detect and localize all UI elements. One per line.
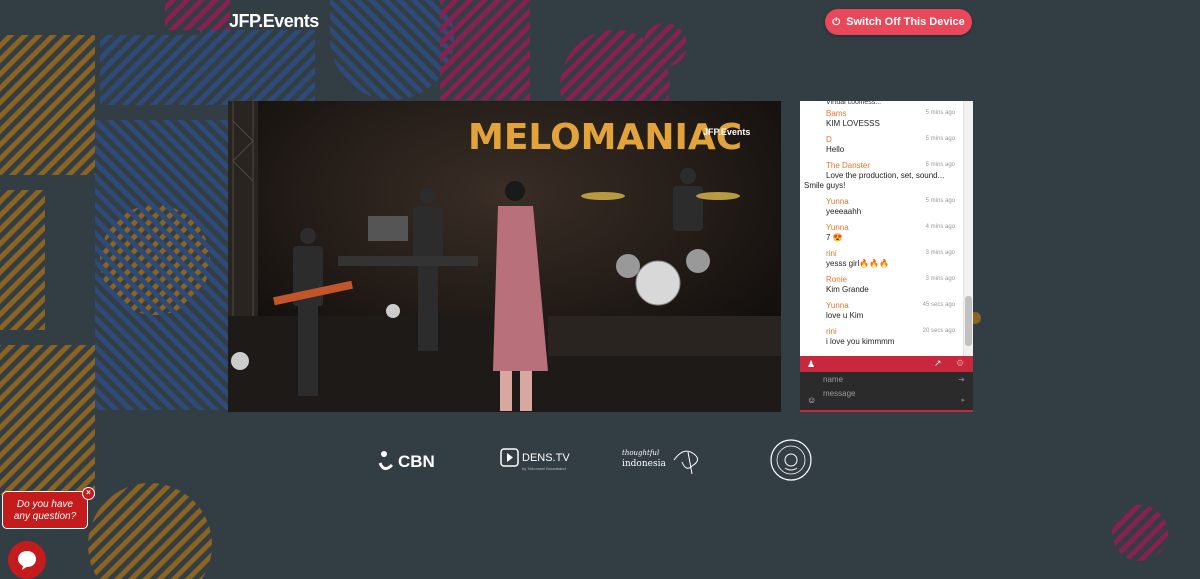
chat-form: name ➜ ☺ message ▸ [800, 372, 973, 410]
chat-time: 4 mins ago [925, 224, 955, 230]
help-bubble-line1: Do you have [16, 499, 74, 510]
send-icon[interactable]: ▸ [961, 396, 965, 404]
chat-text: yesss girl🔥🔥🔥 [826, 259, 890, 268]
government-seal-icon [770, 439, 812, 481]
dens-tv-subtext: by Telkomsel Broadband [522, 466, 566, 471]
sponsor-thoughtful-indonesia[interactable]: thoughtful indonesia [622, 440, 708, 480]
dens-tv-logo: DENS.TV by Telkomsel Broadband [500, 448, 570, 471]
chat-message-list[interactable]: Virtual coolness... Bams 5 mins ago KIM … [800, 101, 963, 356]
chat-toolbar: ♟ ↗ ⚙ [800, 356, 973, 372]
chat-time: 20 secs ago [922, 328, 955, 334]
chat-message: D 5 mins ago Hello [800, 133, 963, 159]
dens-tv-text: DENS.TV [522, 452, 570, 464]
gear-icon[interactable]: ⚙ [956, 358, 964, 369]
scroll-thumb[interactable] [965, 296, 972, 346]
chat-text: i love you kimmmm [826, 337, 895, 346]
close-icon[interactable]: × [82, 487, 95, 500]
chat-time: 3 mins ago [925, 250, 955, 256]
sponsor-dens-tv[interactable]: DENS.TV by Telkomsel Broadband [500, 440, 580, 480]
chat-text: Love the production, set, sound... [826, 171, 945, 180]
chat-text: love u Kim [826, 311, 864, 320]
chat-message: The Danster 5 mins ago Love the producti… [800, 159, 963, 195]
chat-message: Bams 5 mins ago KIM LOVESSS [800, 107, 963, 133]
switch-off-device-button[interactable]: ⏻ Switch Off This Device [825, 9, 972, 35]
power-icon: ⏻ [832, 16, 841, 28]
chat-time: 3 mins ago [925, 276, 955, 282]
chat-message: Yunna 5 mins ago yeeeaahh [800, 195, 963, 221]
video-player[interactable]: MELOMANIAC JFP.Events [228, 101, 781, 412]
name-input[interactable]: name [823, 375, 843, 384]
emoji-icon[interactable]: ☺ [807, 395, 816, 405]
ti-bottom-text: indonesia [622, 459, 666, 469]
popout-icon[interactable]: ↗ [934, 358, 942, 369]
chat-panel: Virtual coolness... Bams 5 mins ago KIM … [800, 101, 973, 412]
chat-message: rini 3 mins ago yesss girl🔥🔥🔥 [800, 247, 963, 273]
login-icon[interactable]: ➜ [958, 375, 965, 384]
chat-message: Yunna 45 secs ago love u Kim [800, 299, 963, 325]
chat-time: 5 mins ago [925, 162, 955, 168]
chat-message: rini 20 secs ago i love you kimmmm [800, 325, 963, 351]
chat-text: Kim Grande [826, 285, 869, 294]
chat-text-cont: Smile guys! [804, 181, 846, 190]
chat-text: yeeeaahh [826, 207, 862, 216]
chat-time: 5 mins ago [925, 110, 955, 116]
user-icon[interactable]: ♟ [807, 359, 815, 370]
speech-bubble-icon [18, 551, 36, 570]
chat-time: 5 mins ago [925, 198, 955, 204]
banner-sub: JFP.Events [703, 127, 750, 137]
cbn-logo: CBN [378, 451, 435, 471]
cbn-text: CBN [398, 452, 435, 471]
message-input[interactable]: message [823, 389, 855, 398]
chat-time: 45 secs ago [922, 302, 955, 308]
chat-launcher-button[interactable] [8, 541, 46, 579]
chat-time: 5 mins ago [925, 136, 955, 142]
help-bubble[interactable]: Do you have any question? [2, 491, 88, 529]
concert-stage-image: MELOMANIAC JFP.Events [228, 101, 781, 412]
sponsor-ministry-seal[interactable] [769, 439, 813, 481]
melomaniac-banner: MELOMANIAC [468, 117, 742, 158]
chat-text: 7 😍 [826, 233, 843, 242]
site-logo[interactable]: JFP.Events [229, 11, 319, 32]
chat-scrollbar[interactable] [963, 101, 973, 356]
chat-message: Ronie 3 mins ago Kim Grande [800, 273, 963, 299]
thoughtful-indonesia-logo: thoughtful indonesia [622, 449, 698, 475]
chat-text: Hello [826, 145, 845, 154]
chat-text: KIM LOVESSS [826, 119, 880, 128]
switch-off-label: Switch Off This Device [846, 16, 965, 28]
chat-message: Yunna 4 mins ago 7 😍 [800, 221, 963, 247]
sponsor-cbn[interactable]: CBN [376, 440, 446, 480]
ti-top-text: thoughtful [622, 449, 659, 457]
help-bubble-line2: any question? [13, 511, 77, 522]
